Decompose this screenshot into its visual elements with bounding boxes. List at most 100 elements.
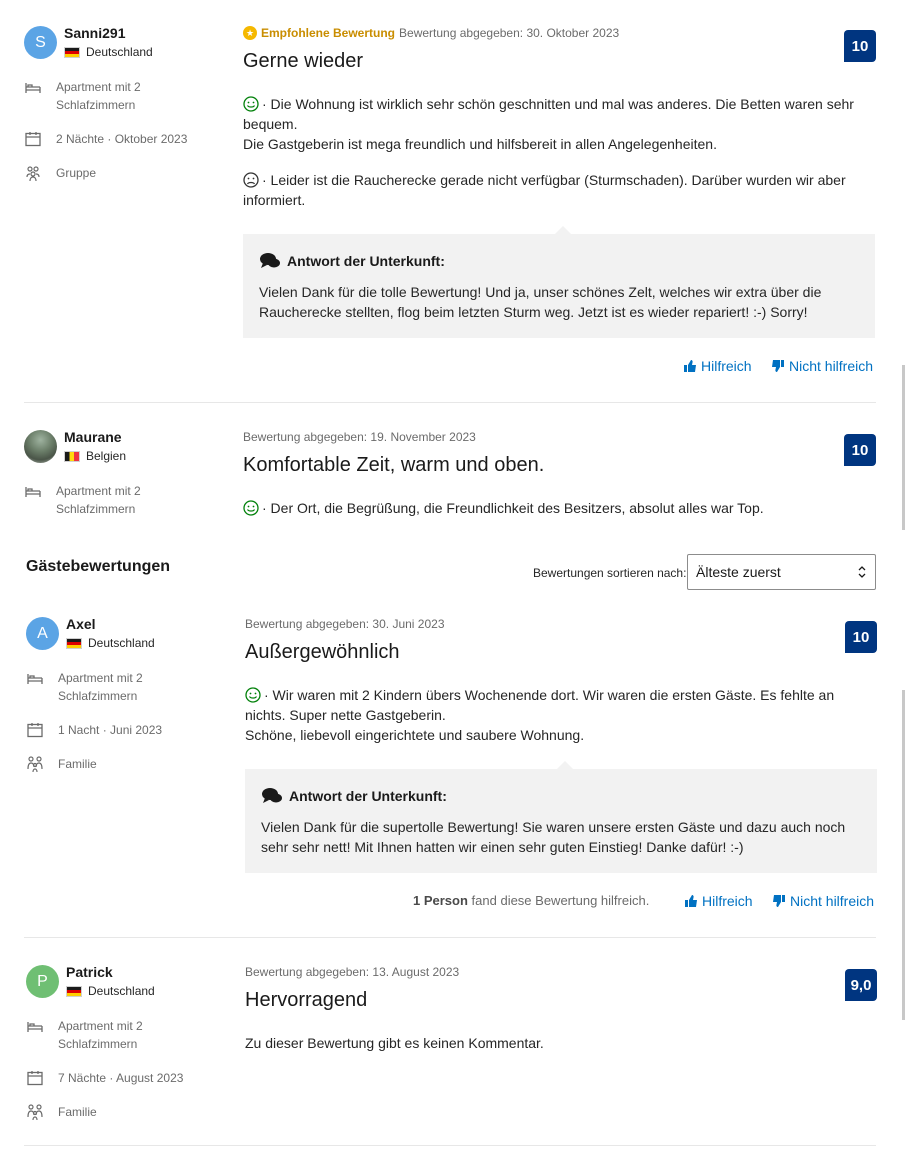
bed-icon — [27, 1022, 43, 1032]
property-reply: Antwort der Unterkunft: Vielen Dank für … — [243, 226, 875, 338]
positive-text-line2: Die Gastgeberin ist mega freundlich und … — [243, 136, 717, 152]
not-helpful-label: Nicht hilfreich — [790, 893, 875, 909]
traveler-type: Familie — [58, 757, 97, 771]
avatar: S — [24, 26, 57, 59]
avatar: A — [26, 617, 59, 650]
no-comment-text: Zu dieser Bewertung gibt es keinen Komme… — [245, 1035, 544, 1051]
stay-info: 1 Nacht · Juni 2023 — [58, 723, 163, 737]
reply-text: Vielen Dank für die tolle Bewertung! Und… — [259, 284, 822, 320]
negative-comment: · Leider ist die Raucherecke gerade nich… — [243, 170, 868, 210]
posted-date: Bewertung abgegeben: 19. November 2023 — [243, 430, 476, 444]
not-helpful-button[interactable]: Nicht hilfreich — [771, 358, 873, 374]
posted-date: ★ Empfohlene Bewertung Bewertung abgegeb… — [243, 26, 619, 40]
helpful-button[interactable]: Hilfreich — [683, 358, 752, 374]
score-badge: 10 — [844, 30, 876, 62]
reply-heading: Antwort der Unterkunft: — [259, 252, 445, 270]
happy-face-icon — [245, 687, 261, 703]
calendar-icon — [27, 1071, 43, 1086]
country-label: Belgien — [86, 449, 127, 463]
country-label: Deutschland — [86, 45, 153, 59]
positive-comment: · Die Wohnung ist wirklich sehr schön ge… — [243, 94, 868, 154]
sort-value: Älteste zuerst — [696, 564, 781, 580]
positive-comment: · Wir waren mit 2 Kindern übers Wochenen… — [245, 685, 875, 745]
traveler-type: Familie — [58, 1105, 97, 1119]
recommended-label: Empfohlene Bewertung — [261, 26, 396, 40]
not-helpful-button[interactable]: Nicht hilfreich — [772, 893, 874, 909]
review-title: Hervorragend — [245, 989, 368, 1011]
room-type: Apartment mit 2 Schlafzimmern — [58, 1019, 143, 1051]
sort-label: Bewertungen sortieren nach: — [533, 566, 687, 580]
reviewer-name: Sanni291 — [64, 25, 126, 41]
chevron-up-down-icon — [858, 566, 866, 578]
country-label: Deutschland — [88, 636, 155, 650]
reviewer-name: Axel — [66, 616, 96, 632]
positive-text: · Wir waren mit 2 Kindern übers Wochenen… — [245, 687, 835, 723]
positive-text-line2: Schöne, liebevoll eingerichtete und saub… — [245, 727, 585, 743]
reviewer-country: Deutschland — [66, 984, 155, 998]
bed-icon — [27, 674, 43, 684]
belgium-flag-icon — [64, 450, 80, 462]
group-icon — [26, 166, 40, 182]
score-badge: 10 — [845, 621, 877, 653]
reply-title: Antwort der Unterkunft: — [289, 788, 447, 804]
speech-bubbles-icon — [260, 253, 280, 268]
not-helpful-label: Nicht hilfreich — [789, 358, 874, 374]
speech-bubbles-icon — [262, 788, 282, 803]
helpful-count: 1 Person fand diese Bewertung hilfreich. — [413, 893, 649, 908]
score-badge: 10 — [844, 434, 876, 466]
avatar: P — [26, 965, 59, 998]
reviewer-country: Deutschland — [64, 45, 153, 59]
review-title: Außergewöhnlich — [245, 641, 400, 663]
recommended-badge: ★ Empfohlene Bewertung — [243, 26, 395, 40]
sort-select[interactable]: Älteste zuerst — [687, 554, 876, 590]
thumbs-up-icon — [685, 895, 697, 907]
positive-text: · Der Ort, die Begrüßung, die Freundlich… — [262, 500, 764, 516]
family-icon — [27, 756, 43, 773]
helpful-button[interactable]: Hilfreich — [684, 893, 753, 909]
thumbs-down-icon — [772, 360, 784, 372]
happy-face-icon — [243, 96, 259, 112]
posted-label: Bewertung abgegeben: 30. Oktober 2023 — [399, 26, 620, 40]
reply-text: Vielen Dank für die supertolle Bewertung… — [261, 819, 846, 855]
property-reply: Antwort der Unterkunft: Vielen Dank für … — [245, 761, 877, 873]
germany-flag-icon — [64, 46, 80, 58]
thumbs-up-icon — [684, 360, 696, 372]
bed-icon — [25, 487, 41, 497]
country-label: Deutschland — [88, 984, 155, 998]
score-badge: 9,0 — [845, 969, 877, 1001]
room-type: Apartment mit 2 Schlafzimmern — [56, 484, 141, 516]
calendar-icon — [27, 723, 43, 738]
reviewer-country: Deutschland — [66, 636, 155, 650]
family-icon — [27, 1104, 43, 1121]
stay-info: 2 Nächte · Oktober 2023 — [56, 132, 188, 146]
avatar-photo — [24, 430, 57, 463]
calendar-icon — [25, 132, 41, 147]
negative-text: · Leider ist die Raucherecke gerade nich… — [243, 172, 846, 208]
divider — [24, 402, 876, 403]
divider — [24, 1145, 876, 1146]
stay-info: 7 Nächte · August 2023 — [58, 1071, 184, 1085]
room-type: Apartment mit 2 Schlafzimmern — [58, 671, 143, 703]
germany-flag-icon — [66, 985, 82, 997]
helpful-count-text: fand diese Bewertung hilfreich. — [471, 893, 650, 908]
reviewer-name: Patrick — [66, 964, 113, 980]
happy-face-icon — [243, 500, 259, 516]
divider — [24, 937, 876, 938]
reply-heading: Antwort der Unterkunft: — [261, 787, 447, 805]
review-title: Komfortable Zeit, warm und oben. — [243, 454, 545, 476]
review-title: Gerne wieder — [243, 50, 364, 72]
sad-face-icon — [243, 172, 259, 188]
thumbs-down-icon — [773, 895, 785, 907]
reply-title: Antwort der Unterkunft: — [287, 253, 445, 269]
helpful-label: Hilfreich — [701, 358, 752, 374]
reviewer-name: Maurane — [64, 429, 122, 445]
star-badge-icon: ★ — [243, 26, 257, 40]
posted-date: Bewertung abgegeben: 30. Juni 2023 — [245, 617, 445, 631]
positive-comment: · Der Ort, die Begrüßung, die Freundlich… — [243, 498, 868, 518]
traveler-type: Gruppe — [56, 166, 97, 180]
positive-text: · Die Wohnung ist wirklich sehr schön ge… — [243, 96, 854, 132]
room-type: Apartment mit 2 Schlafzimmern — [56, 80, 141, 112]
helpful-label: Hilfreich — [702, 893, 753, 909]
bed-icon — [25, 83, 41, 93]
section-title: Gästebewertungen — [26, 558, 171, 575]
